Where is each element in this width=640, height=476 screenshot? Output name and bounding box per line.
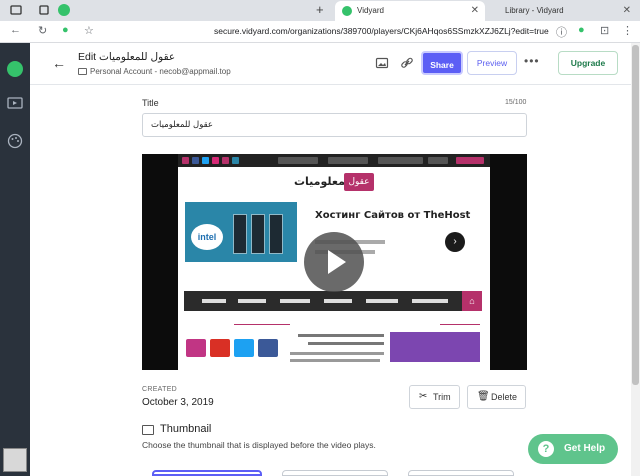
- site-top-nav: [178, 154, 490, 167]
- trim-button[interactable]: ✂ Trim: [409, 385, 460, 409]
- ad-image: intel: [185, 202, 297, 262]
- url-field[interactable]: secure.vidyard.com/organizations/389700/…: [214, 26, 549, 36]
- tab-search-icon[interactable]: [38, 4, 50, 16]
- preview-button[interactable]: Preview: [467, 51, 517, 75]
- vidyard-extension-icon[interactable]: ●: [578, 24, 585, 36]
- thumbnail-option[interactable]: [282, 470, 388, 476]
- video-library-icon[interactable]: [7, 95, 23, 111]
- back-arrow-icon[interactable]: ←: [52, 55, 66, 71]
- help-question-icon: ?: [538, 441, 554, 457]
- pinned-tab-icon[interactable]: [58, 4, 70, 16]
- tab-library-vidyard[interactable]: Library - Vidyard ✕: [487, 1, 631, 21]
- scissors-icon: ✂: [419, 391, 428, 402]
- info-icon[interactable]: ⓘ: [556, 24, 567, 40]
- more-options-icon[interactable]: •••: [524, 54, 540, 68]
- title-input[interactable]: عقول للمعلوميات: [142, 113, 527, 137]
- lock-icon[interactable]: ⊡: [600, 24, 609, 37]
- delete-button[interactable]: 🗑 Delete: [467, 385, 526, 409]
- close-icon[interactable]: ✕: [623, 1, 631, 21]
- extension-icon[interactable]: ●: [62, 24, 69, 36]
- reload-icon[interactable]: ↻: [38, 24, 47, 37]
- site-home-icon: ⌂: [462, 291, 482, 311]
- get-help-button[interactable]: ? Get Help: [528, 434, 618, 464]
- vidyard-logo-icon[interactable]: [7, 61, 23, 77]
- upgrade-button[interactable]: Upgrade: [558, 51, 618, 75]
- address-bar: ← ↻ ● ☆ secure.vidyard.com/organizations…: [0, 21, 640, 43]
- video-player[interactable]: للمعلوميات عقول intel Хостинг Сайтов от …: [142, 154, 527, 370]
- scrollbar-thumb[interactable]: [632, 45, 639, 385]
- folder-icon: [78, 68, 87, 75]
- title-char-counter: 15/100: [505, 99, 527, 106]
- link-icon[interactable]: [400, 56, 414, 70]
- editor-header: ← Edit عقول للمعلوميات Personal Account …: [30, 43, 640, 85]
- palette-icon[interactable]: [7, 133, 23, 149]
- new-tab-button[interactable]: +: [316, 2, 324, 18]
- back-arrow-icon[interactable]: ←: [10, 24, 21, 36]
- trash-icon: 🗑: [477, 391, 490, 402]
- site-post-thumbnail: [390, 332, 480, 362]
- share-button[interactable]: Share: [421, 51, 463, 75]
- vidyard-favicon-icon: [342, 6, 352, 16]
- bookmark-star-icon[interactable]: ☆: [84, 24, 94, 37]
- user-avatar[interactable]: [3, 448, 27, 472]
- account-subtitle: Personal Account - necob@appmail.top: [78, 67, 231, 76]
- image-icon[interactable]: [375, 56, 389, 70]
- site-logo-badge: عقول: [344, 173, 374, 191]
- tab-vidyard[interactable]: Vidyard ✕: [335, 1, 485, 21]
- title-label: Title: [142, 98, 159, 108]
- window-menu-icon[interactable]: [10, 4, 22, 16]
- menu-kebab-icon[interactable]: ⋮: [622, 24, 633, 37]
- intel-logo-icon: intel: [191, 224, 223, 250]
- thumbnail-heading: Thumbnail: [160, 423, 212, 435]
- thumbnail-option[interactable]: [152, 470, 262, 476]
- ad-headline: Хостинг Сайтов от TheHost: [315, 210, 471, 221]
- thumbnail-option[interactable]: [408, 470, 514, 476]
- image-icon: [142, 425, 154, 435]
- created-label: CREATED: [142, 386, 178, 393]
- play-button[interactable]: [304, 232, 364, 292]
- thumbnail-description: Choose the thumbnail that is displayed b…: [142, 440, 376, 450]
- site-main-menu: ⌂: [184, 291, 482, 311]
- app-sidebar: [0, 43, 30, 476]
- ad-next-arrow-icon: ›: [445, 232, 465, 252]
- close-icon[interactable]: ✕: [471, 1, 479, 21]
- browser-tab-bar: + Vidyard ✕ Library - Vidyard ✕: [0, 0, 640, 21]
- page-title: Edit عقول للمعلوميات: [78, 51, 176, 63]
- page-scrollbar[interactable]: [631, 43, 640, 476]
- created-date: October 3, 2019: [142, 397, 214, 408]
